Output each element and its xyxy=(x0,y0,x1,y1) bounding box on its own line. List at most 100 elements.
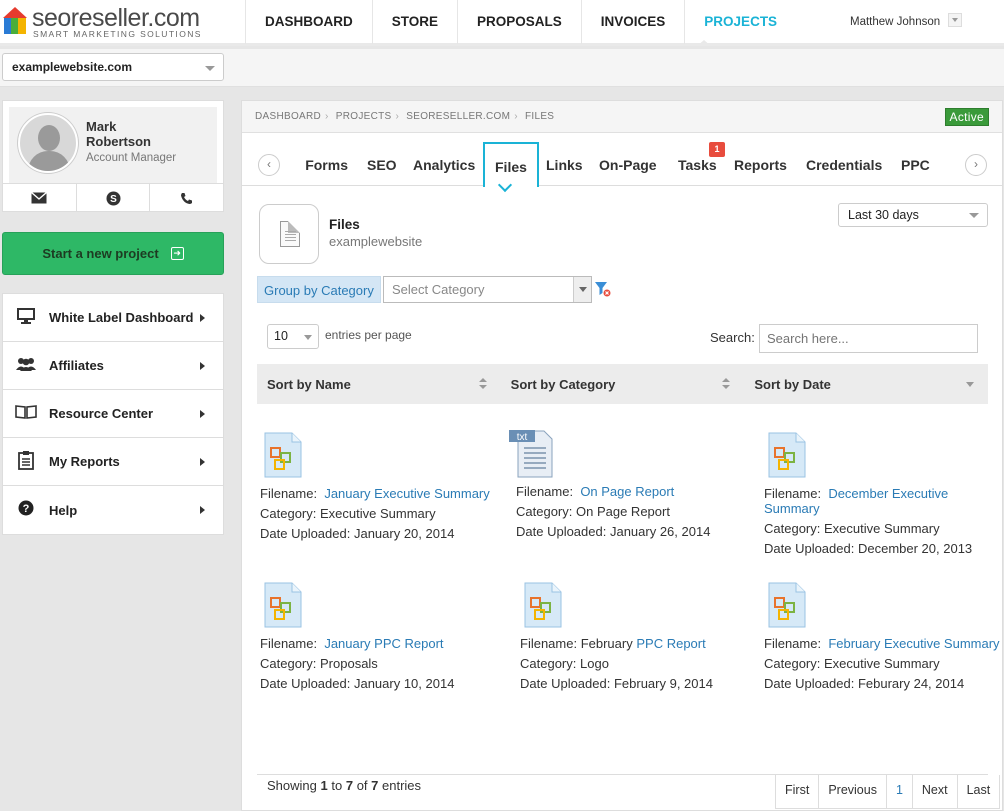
image-file-icon[interactable] xyxy=(768,582,806,628)
profile-role: Account Manager xyxy=(86,152,177,164)
sort-icon xyxy=(722,378,731,390)
menu-item-white-label-dashboard[interactable]: White Label Dashboard xyxy=(3,294,223,342)
page-next-button[interactable]: Next xyxy=(913,775,958,808)
tab-on-page[interactable]: On-Page xyxy=(599,142,657,186)
group-by-category-label[interactable]: Group by Category xyxy=(257,276,381,303)
file-name-row: Filename: December Executive Summary xyxy=(764,486,1004,516)
email-icon[interactable] xyxy=(3,184,77,212)
sub-bar: examplewebsite.com xyxy=(0,49,1004,87)
page-first-button[interactable]: First xyxy=(776,775,820,808)
sort-by-date-label: Sort by Date xyxy=(754,377,831,392)
file-date: January 26, 2014 xyxy=(609,524,711,539)
menu-item-label: Resource Center xyxy=(49,406,154,421)
image-file-icon[interactable] xyxy=(524,582,562,628)
tab-analytics[interactable]: Analytics xyxy=(413,142,475,186)
svg-text:?: ? xyxy=(23,503,30,515)
image-file-icon[interactable] xyxy=(264,432,302,478)
file-category: Proposals xyxy=(320,656,378,671)
file-category: Logo xyxy=(580,656,609,671)
brand-name: seoreseller.com xyxy=(32,4,200,32)
entries-per-page-select[interactable]: 10 xyxy=(267,324,319,349)
chevron-right-icon xyxy=(200,314,209,322)
menu-item-label: White Label Dashboard xyxy=(49,310,194,325)
file-meta: Filename: On Page Report Category: On Pa… xyxy=(516,484,756,544)
file-name-row: Filename: February Executive Summary xyxy=(764,636,1004,651)
file-date-row: Date Uploaded: January 20, 2014 xyxy=(260,526,500,541)
file-name-row: Filename: On Page Report xyxy=(516,484,756,499)
chevron-down-icon[interactable] xyxy=(573,277,591,302)
sidebar: Mark Robertson Account Manager S Start a… xyxy=(2,100,224,535)
file-category: Executive Summary xyxy=(320,506,436,521)
user-menu-chevron-icon[interactable] xyxy=(948,13,962,27)
breadcrumb-site[interactable]: SEORESELLER.COM xyxy=(406,111,510,122)
summary-to-word: to xyxy=(331,778,343,793)
chevron-left-icon[interactable]: ‹ xyxy=(258,154,280,176)
menu-item-label: Affiliates xyxy=(49,358,104,373)
date-range-select[interactable]: Last 30 days xyxy=(838,203,988,227)
tab-reports[interactable]: Reports xyxy=(734,142,787,186)
menu-item-affiliates[interactable]: Affiliates xyxy=(3,342,223,390)
nav-active-pointer xyxy=(697,40,711,46)
tab-seo[interactable]: SEO xyxy=(367,142,397,186)
category-label: Category: xyxy=(260,656,317,671)
page-last-button[interactable]: Last xyxy=(958,775,1000,808)
sort-by-name-label: Sort by Name xyxy=(267,377,351,392)
avatar-body xyxy=(28,151,70,171)
file-name-link[interactable]: January PPC Report xyxy=(324,636,443,651)
chevron-down-icon xyxy=(304,335,312,344)
main-nav: DASHBOARD STORE PROPOSALS INVOICES PROJE… xyxy=(245,0,796,44)
nav-projects[interactable]: PROJECTS xyxy=(684,0,796,44)
filename-label: Filename: xyxy=(516,484,574,499)
logo[interactable]: seoreseller.com SMART MARKETING SOLUTION… xyxy=(2,3,202,43)
nav-proposals[interactable]: PROPOSALS xyxy=(457,0,581,44)
breadcrumb-dashboard[interactable]: DASHBOARD xyxy=(255,111,321,122)
nav-store[interactable]: STORE xyxy=(371,0,457,44)
file-date-row: Date Uploaded: January 26, 2014 xyxy=(516,524,756,539)
site-selector[interactable]: examplewebsite.com xyxy=(2,53,224,81)
clipboard-icon xyxy=(15,450,37,474)
nav-invoices[interactable]: INVOICES xyxy=(580,0,685,44)
menu-item-resource-center[interactable]: Resource Center xyxy=(3,390,223,438)
filename-label: Filename: xyxy=(260,486,318,501)
category-select[interactable]: Select Category xyxy=(383,276,592,303)
tab-credentials[interactable]: Credentials xyxy=(806,142,882,186)
entries-per-page-value: 10 xyxy=(274,329,288,343)
file-name-link[interactable]: January Executive Summary xyxy=(324,486,489,501)
clear-filter-icon[interactable] xyxy=(595,281,611,297)
breadcrumb-projects[interactable]: PROJECTS xyxy=(336,111,392,122)
file-name-link[interactable]: February Executive Summary xyxy=(828,636,999,651)
page-number-button[interactable]: 1 xyxy=(887,775,913,808)
user-name[interactable]: Matthew Johnson xyxy=(850,16,940,28)
sort-by-date[interactable]: Sort by Date xyxy=(744,364,988,404)
menu-item-help[interactable]: ? Help xyxy=(3,486,223,534)
file-category: Executive Summary xyxy=(824,656,940,671)
svg-text:S: S xyxy=(110,194,117,205)
start-new-project-button[interactable]: Start a new project ➜ xyxy=(2,232,224,275)
file-date-row: Date Uploaded: December 20, 2013 xyxy=(764,541,1004,556)
image-file-icon[interactable] xyxy=(768,432,806,478)
breadcrumb: DASHBOARD › PROJECTS › SEORESELLER.COM › FI… xyxy=(242,101,1002,133)
page-previous-button[interactable]: Previous xyxy=(819,775,887,808)
tasks-count-badge: 1 xyxy=(709,142,725,157)
skype-icon[interactable]: S xyxy=(77,184,151,212)
txt-file-icon[interactable]: txt xyxy=(508,428,556,478)
file-name-link[interactable]: On Page Report xyxy=(580,484,674,499)
tab-links[interactable]: Links xyxy=(546,142,583,186)
search-input[interactable] xyxy=(759,324,978,353)
chevron-right-icon[interactable]: › xyxy=(965,154,987,176)
menu-item-my-reports[interactable]: My Reports xyxy=(3,438,223,486)
tab-ppc[interactable]: PPC xyxy=(901,142,930,186)
nav-dashboard[interactable]: DASHBOARD xyxy=(245,0,372,44)
sort-by-name[interactable]: Sort by Name xyxy=(257,364,501,404)
summary-total: 7 xyxy=(371,778,379,793)
file-meta: Filename: February Executive Summary Cat… xyxy=(764,636,1004,696)
tab-files[interactable]: Files xyxy=(483,142,539,187)
file-category: Executive Summary xyxy=(824,521,940,536)
sort-by-category[interactable]: Sort by Category xyxy=(501,364,745,404)
file-name-link[interactable]: PPC Report xyxy=(636,636,705,651)
menu-item-label: Help xyxy=(49,502,78,518)
phone-icon[interactable] xyxy=(150,184,223,212)
tab-forms[interactable]: Forms xyxy=(294,142,348,186)
image-file-icon[interactable] xyxy=(264,582,302,628)
question-icon: ? xyxy=(15,500,37,520)
